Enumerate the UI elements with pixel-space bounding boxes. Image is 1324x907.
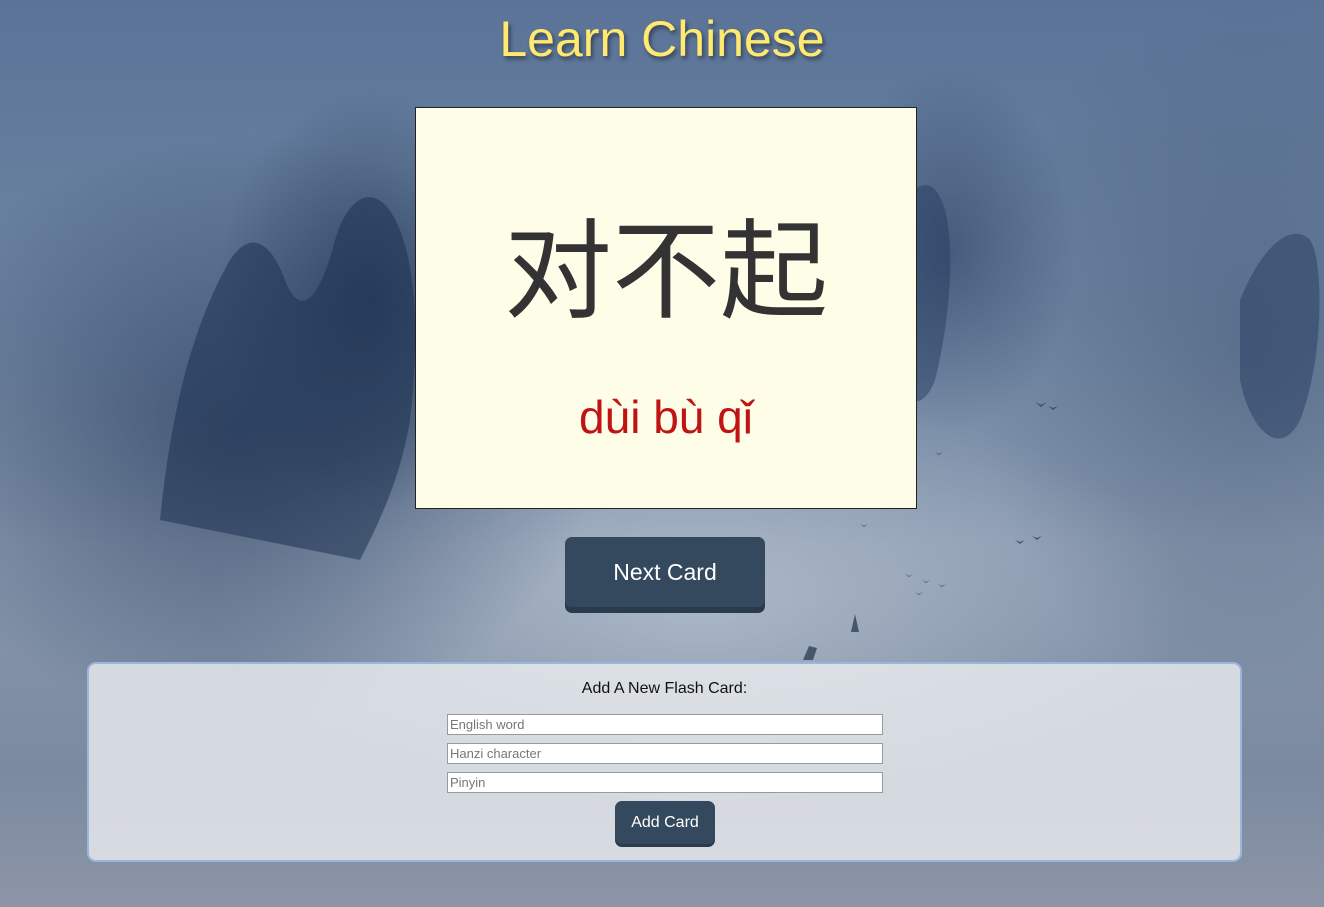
pinyin-input[interactable] — [447, 772, 883, 793]
flashcard-pinyin: dùi bù qǐ — [579, 391, 753, 443]
flashcard-hanzi: 对不起 — [503, 210, 828, 335]
add-card-button[interactable]: Add Card — [615, 801, 715, 844]
flashcard[interactable]: 对不起 dùi bù qǐ — [415, 107, 917, 509]
add-card-heading: Add A New Flash Card: — [581, 680, 748, 697]
add-card-panel: Add A New Flash Card: Add Card — [87, 662, 1242, 862]
next-card-button[interactable]: Next Card — [565, 537, 765, 607]
english-word-input[interactable] — [447, 714, 883, 735]
hanzi-character-input[interactable] — [447, 743, 883, 764]
page-title: Learn Chinese — [499, 11, 825, 67]
